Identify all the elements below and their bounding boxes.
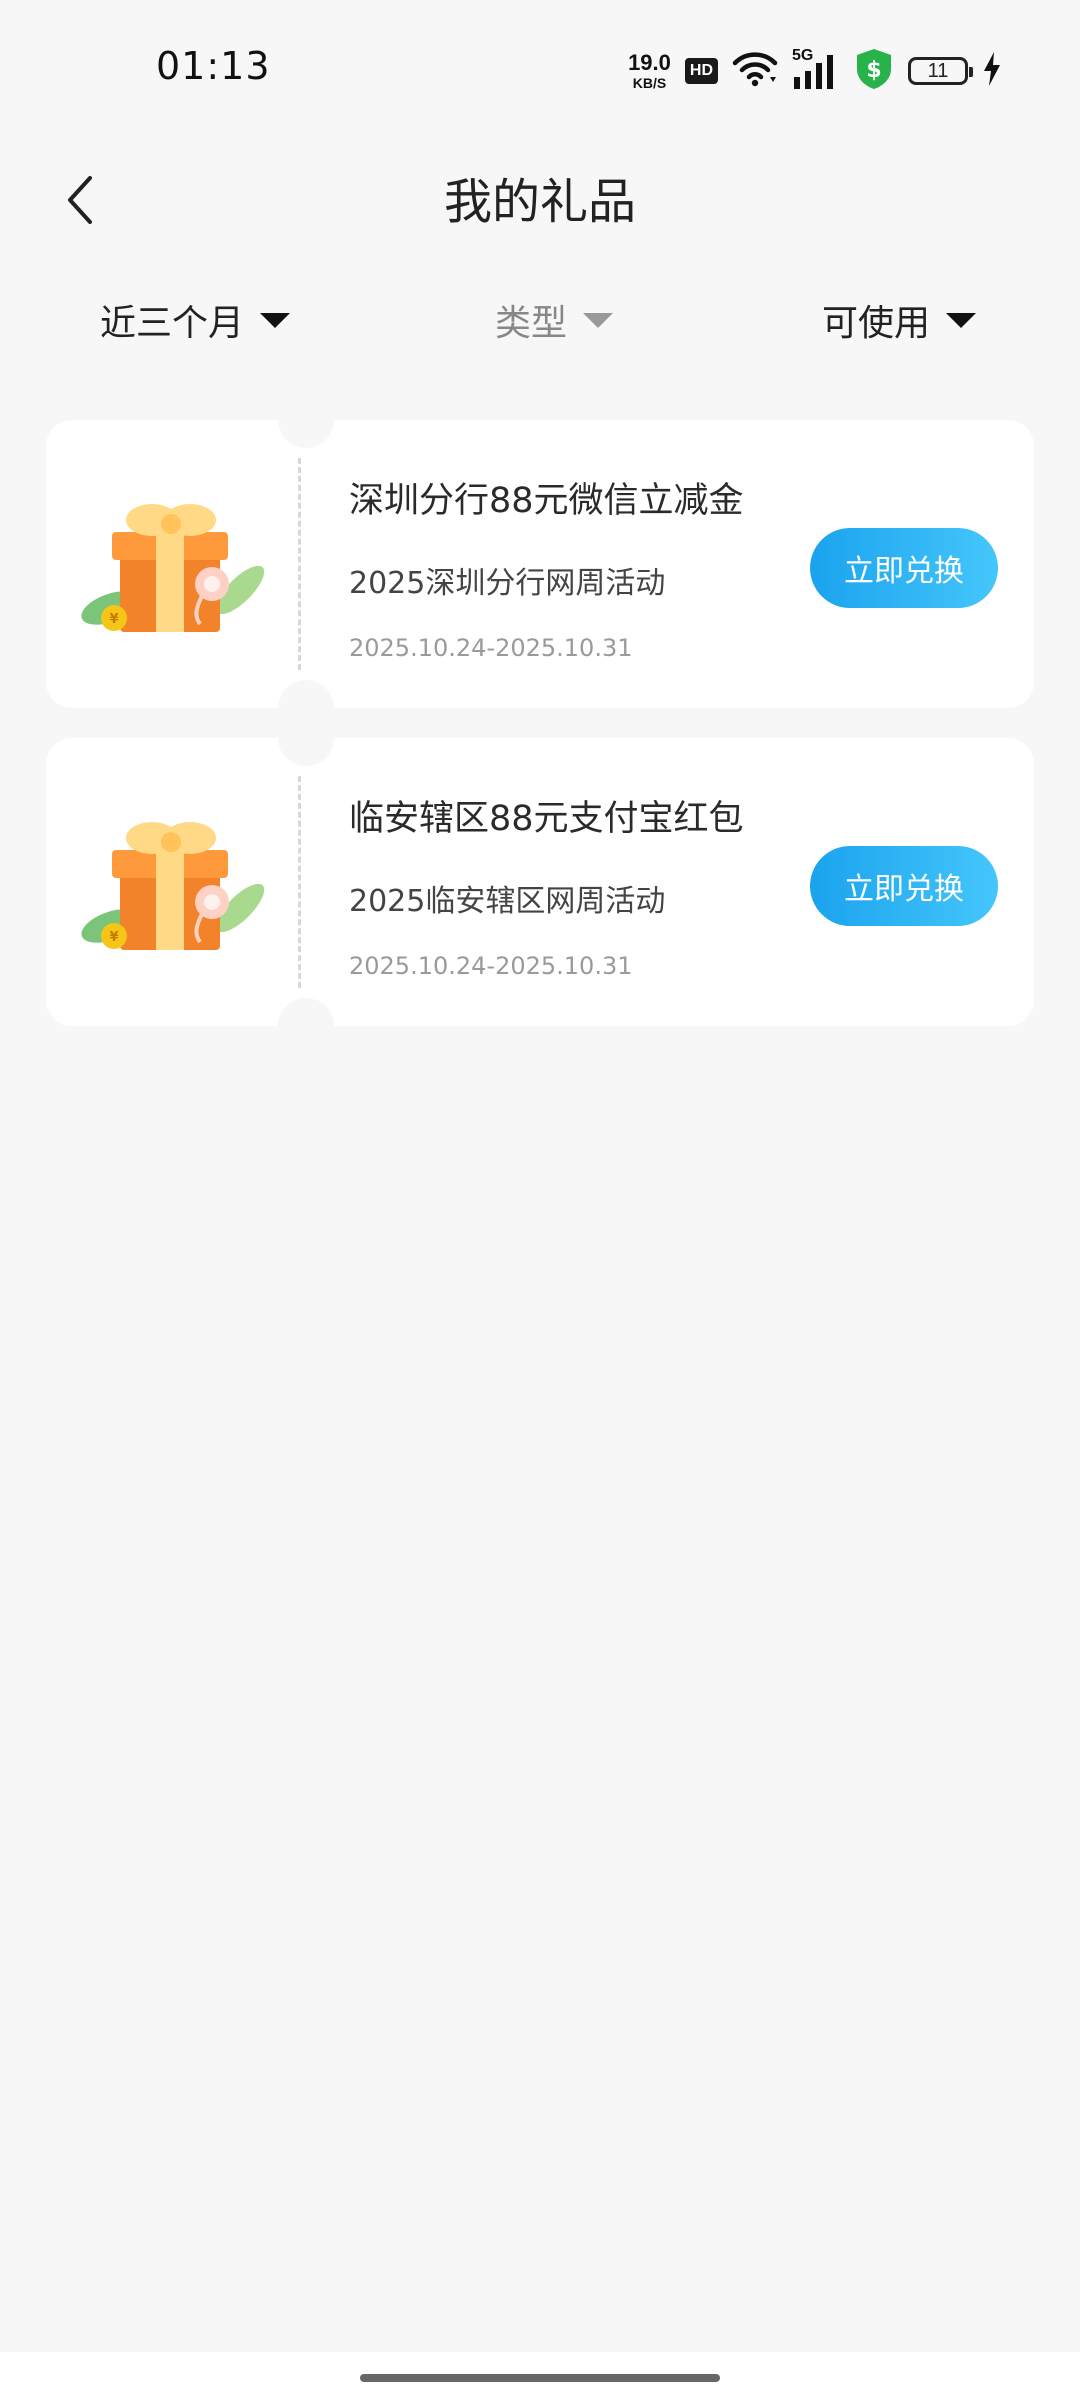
ticket-notch [278, 998, 334, 1054]
svg-text:¥: ¥ [109, 612, 118, 627]
charging-icon [982, 52, 1002, 90]
ticket-notch [278, 710, 334, 766]
caret-down-icon [260, 312, 291, 328]
filter-status[interactable]: 可使用 [822, 280, 977, 360]
gift-title: 临安辖区88元支付宝红包 [349, 799, 744, 839]
header: 我的礼品 [0, 140, 1080, 260]
gift-box-icon: ¥ [81, 504, 265, 632]
redeem-button[interactable]: 立即兑换 [810, 528, 998, 608]
gift-subtitle: 2025临安辖区网周活动 [349, 884, 666, 919]
cellular-signal-icon: 5G [792, 47, 840, 91]
ticket-notch [278, 392, 334, 448]
network-speed-value: 19.0 [628, 50, 671, 75]
gift-date-range: 2025.10.24-2025.10.31 [349, 952, 633, 980]
status-icons: 19.0 KB/S HD 5G $ 11 [628, 47, 1002, 95]
wifi-icon [732, 51, 778, 91]
payment-shield-icon: $ [854, 47, 894, 95]
battery-icon: 11 [908, 57, 973, 85]
svg-text:¥: ¥ [109, 930, 118, 945]
ticket-divider [298, 458, 301, 670]
svg-text:$: $ [866, 58, 881, 83]
gift-subtitle: 2025深圳分行网周活动 [349, 566, 666, 601]
filter-period[interactable]: 近三个月 [100, 280, 291, 360]
network-speed-unit: KB/S [632, 75, 667, 91]
redeem-button[interactable]: 立即兑换 [810, 846, 998, 926]
filter-type-label: 类型 [495, 303, 568, 344]
gift-date-range: 2025.10.24-2025.10.31 [349, 634, 633, 662]
navigation-bar [0, 2352, 1080, 2400]
filter-bar: 近三个月 类型 可使用 [0, 280, 1080, 360]
page-title: 我的礼品 [443, 174, 636, 230]
gift-card: ¥ 临安辖区88元支付宝红包 2025临安辖区网周活动 2025.10.24-2… [46, 710, 1034, 1054]
status-time: 01:13 [156, 44, 271, 88]
network-speed: 19.0 KB/S [628, 50, 671, 91]
filter-type[interactable]: 类型 [495, 280, 614, 360]
gift-list: ¥ 深圳分行88元微信立减金 2025深圳分行网周活动 2025.10.24-2… [46, 392, 1034, 1056]
home-indicator[interactable] [360, 2374, 720, 2382]
battery-level: 11 [927, 59, 949, 82]
gift-box-icon: ¥ [81, 822, 265, 950]
hd-badge: HD [684, 58, 718, 84]
gift-title: 深圳分行88元微信立减金 [349, 481, 744, 521]
gift-card: ¥ 深圳分行88元微信立减金 2025深圳分行网周活动 2025.10.24-2… [46, 392, 1034, 736]
ticket-divider [298, 776, 301, 988]
filter-status-label: 可使用 [822, 303, 931, 344]
screen: 01:13 19.0 KB/S HD 5G $ 11 我的礼品 近三个月 类型 … [0, 0, 1080, 2400]
filter-period-label: 近三个月 [100, 303, 245, 344]
caret-down-icon [946, 312, 977, 328]
caret-down-icon [583, 312, 614, 328]
status-bar: 01:13 19.0 KB/S HD 5G $ 11 [0, 0, 1080, 140]
